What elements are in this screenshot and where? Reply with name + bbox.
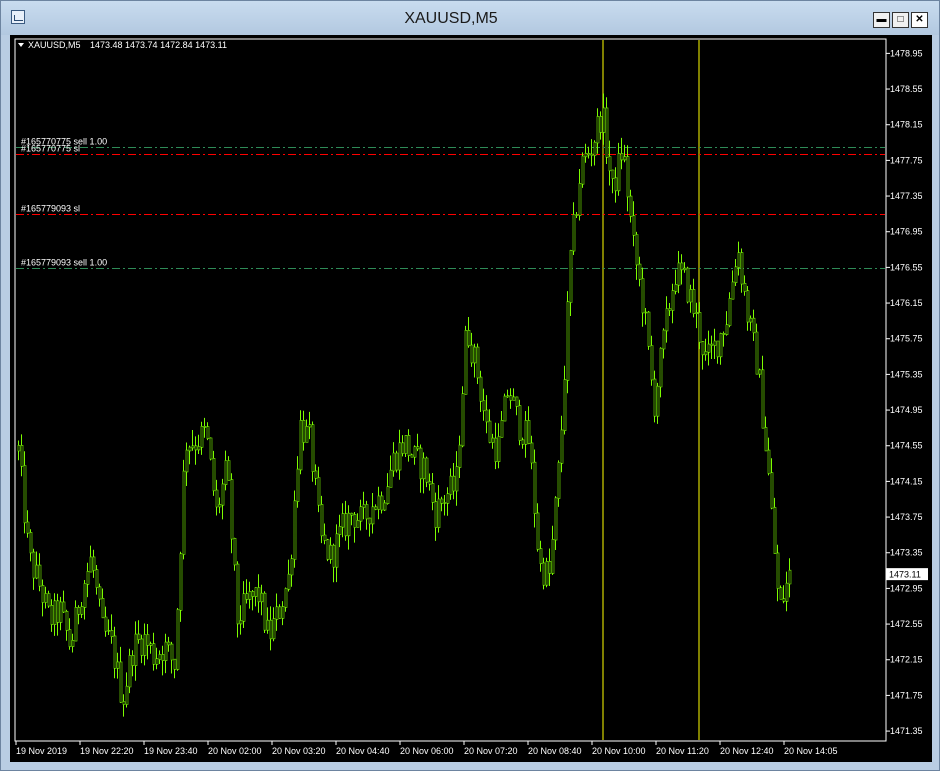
- vertical-lines-layer: [602, 40, 700, 740]
- current-price-label: 1473.11: [889, 570, 921, 580]
- price-tick-label: 1475.75: [890, 334, 923, 344]
- price-tick-label: 1471.75: [890, 690, 923, 700]
- time-tick-label: 19 Nov 23:40: [144, 746, 198, 756]
- candle-bodies: [17, 107, 792, 705]
- price-chart[interactable]: #165770775 sell 1.00 #165770775 sl #165779…: [10, 35, 932, 762]
- time-tick-label: 20 Nov 10:00: [592, 746, 646, 756]
- order-label: #165770775 sl: [21, 144, 80, 154]
- price-tick-label: 1478.55: [890, 84, 923, 94]
- price-tick-label: 1475.35: [890, 369, 923, 379]
- time-tick-label: 19 Nov 22:20: [80, 746, 134, 756]
- order-label: #165779093 sell 1.00: [21, 258, 107, 268]
- time-tick-label: 20 Nov 02:00: [208, 746, 262, 756]
- time-tick-label: 20 Nov 04:40: [336, 746, 390, 756]
- price-tick-label: 1473.75: [890, 512, 923, 522]
- title-bar[interactable]: XAUUSD,M5 ▬ □ ✕: [1, 1, 939, 35]
- price-tick-label: 1474.55: [890, 441, 923, 451]
- price-tick-label: 1476.95: [890, 227, 923, 237]
- price-tick-label: 1477.75: [890, 155, 923, 165]
- current-price-marker: 1473.11: [886, 568, 928, 581]
- chart-canvas[interactable]: #165770775 sell 1.00#165770775 sl#165779…: [10, 35, 932, 762]
- candle-wicks: [18, 93, 790, 717]
- price-tick-label: 1478.15: [890, 120, 923, 130]
- chart-menu-triangle-icon[interactable]: [18, 43, 24, 47]
- chart-window: XAUUSD,M5 ▬ □ ✕ #165770775 sell 1.00 #165…: [0, 0, 940, 771]
- maximize-button[interactable]: □: [892, 12, 909, 28]
- price-tick-label: 1472.55: [890, 619, 923, 629]
- time-tick-label: 20 Nov 12:40: [720, 746, 774, 756]
- price-tick-label: 1474.95: [890, 405, 923, 415]
- price-tick-label: 1476.15: [890, 298, 923, 308]
- window-title: XAUUSD,M5: [404, 10, 498, 27]
- close-button[interactable]: ✕: [911, 12, 928, 28]
- time-axis: 19 Nov 2019 19 Nov 22:20 19 Nov 23:40 20 No…: [15, 741, 838, 756]
- price-tick-label: 1472.95: [890, 583, 923, 593]
- chart-symbol: XAUUSD,M5: [28, 40, 81, 50]
- order-lines-layer: #165770775 sell 1.00#165770775 sl#165779…: [16, 137, 885, 269]
- time-tick-label: 20 Nov 07:20: [464, 746, 518, 756]
- price-tick-label: 1476.55: [890, 262, 923, 272]
- price-tick-label: 1471.35: [890, 726, 923, 736]
- chart-ohlc: 1473.48 1473.74 1472.84 1473.11: [90, 40, 227, 50]
- time-tick-label: 20 Nov 08:40: [528, 746, 582, 756]
- price-tick-label: 1477.35: [890, 191, 923, 201]
- order-label: #165779093 sl: [21, 204, 80, 214]
- candles-layer: [17, 93, 792, 717]
- price-tick-label: 1474.15: [890, 476, 923, 486]
- time-tick-label: 20 Nov 06:00: [400, 746, 454, 756]
- price-tick-label: 1473.35: [890, 548, 923, 558]
- time-tick-label: 19 Nov 2019: [16, 746, 67, 756]
- time-tick-label: 20 Nov 14:05: [784, 746, 838, 756]
- price-axis: 1478.95 1478.55 1478.15 1477.75 1477.35 1476.…: [886, 48, 923, 736]
- minimize-button[interactable]: ▬: [873, 12, 890, 28]
- price-tick-label: 1472.15: [890, 655, 923, 665]
- time-tick-label: 20 Nov 03:20: [272, 746, 326, 756]
- price-tick-label: 1478.95: [890, 48, 923, 58]
- time-tick-label: 20 Nov 11:20: [656, 746, 709, 756]
